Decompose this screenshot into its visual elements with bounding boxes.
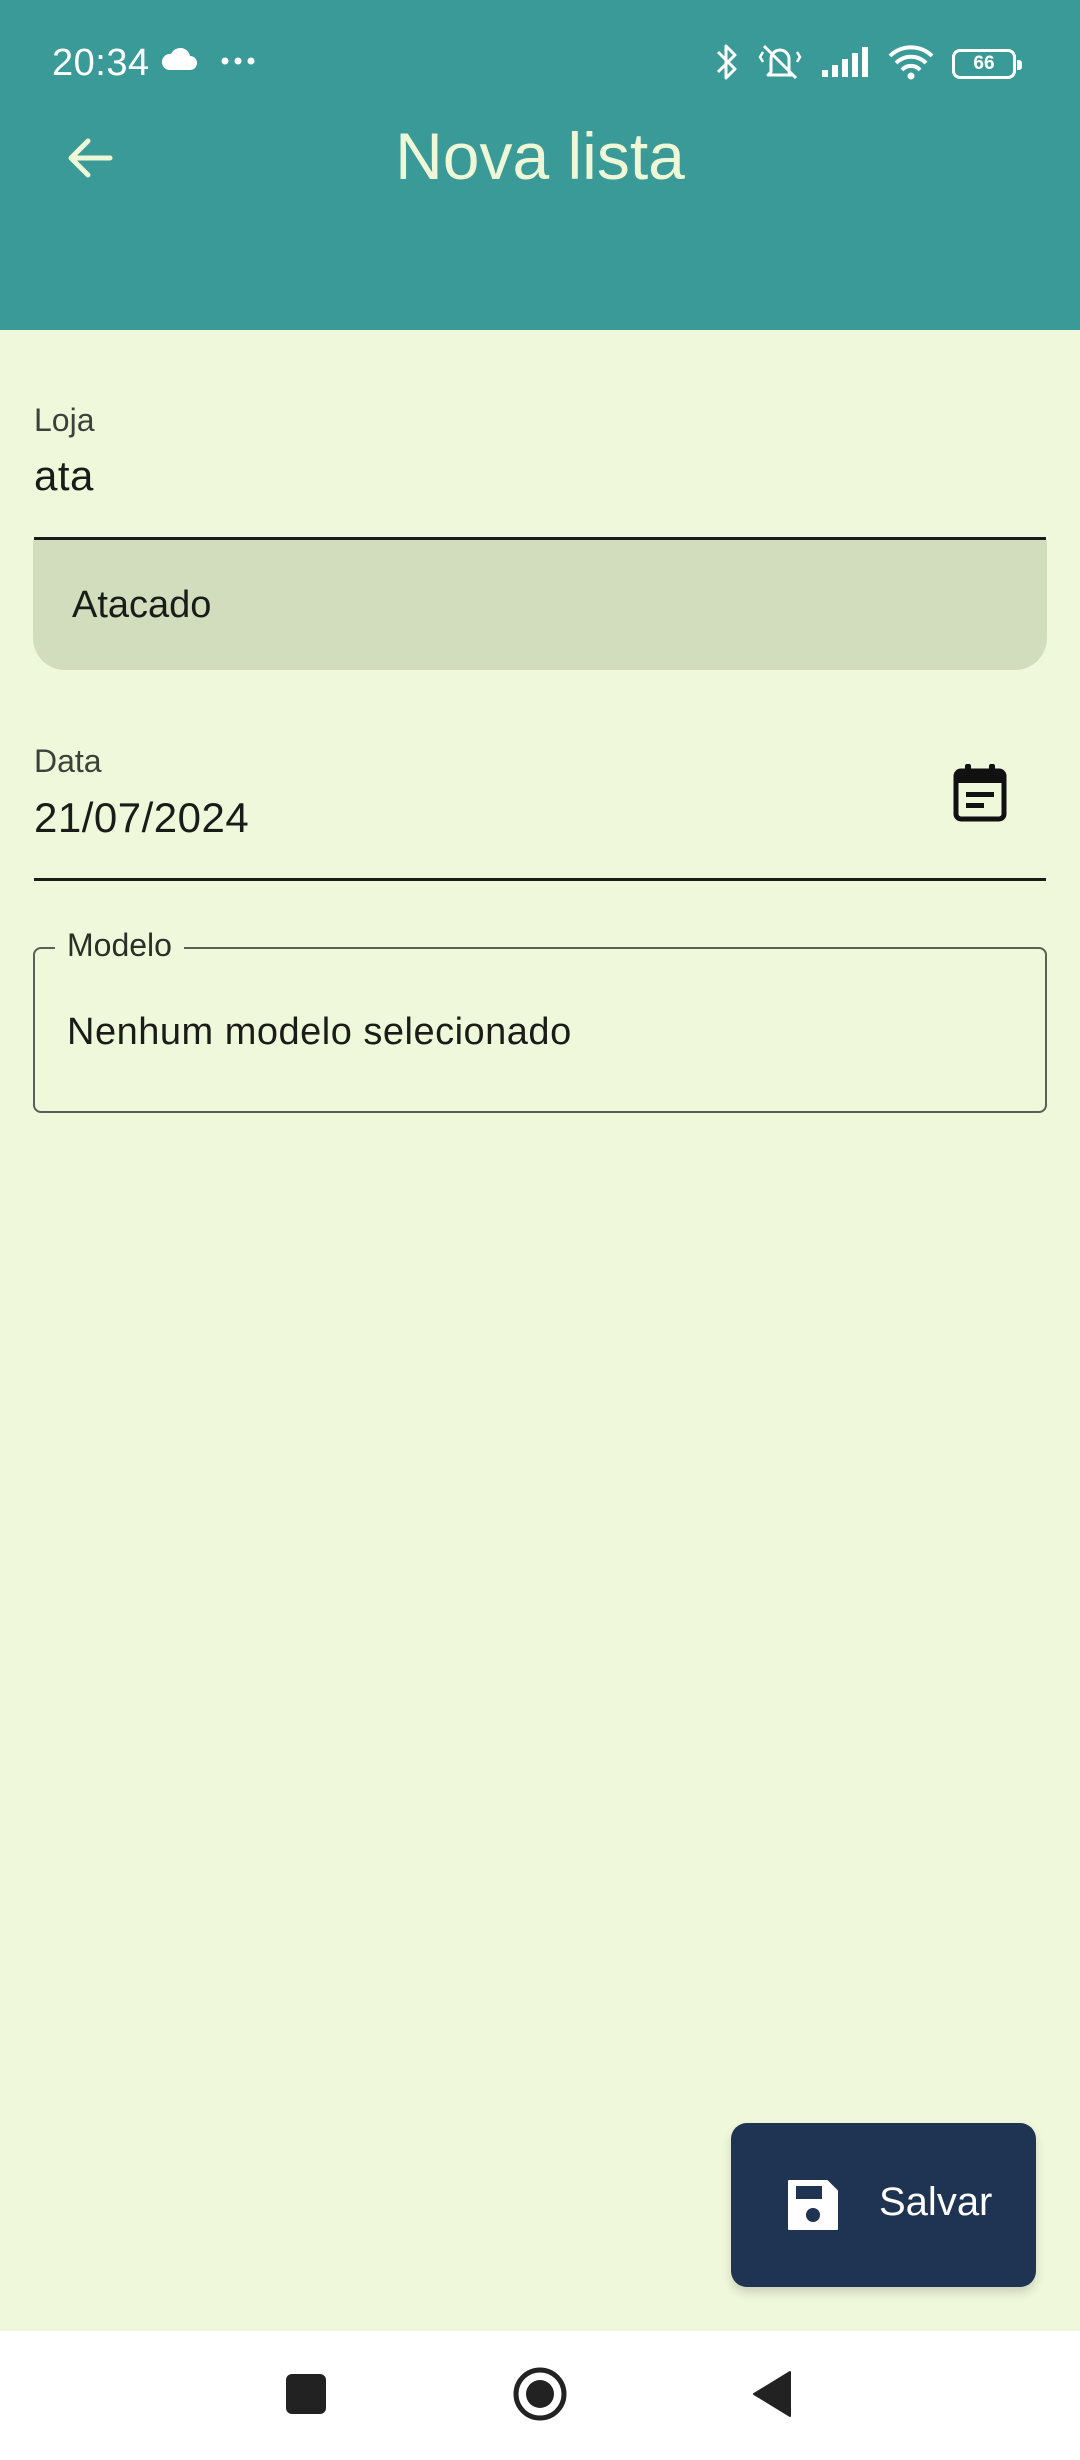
recents-icon bbox=[284, 2372, 328, 2421]
system-nav-bar bbox=[0, 2331, 1080, 2460]
model-select-field[interactable]: Modelo Nenhum modelo selecionado bbox=[33, 927, 1047, 1113]
save-button[interactable]: Salvar bbox=[731, 2123, 1036, 2287]
bluetooth-icon bbox=[714, 41, 740, 88]
save-icon bbox=[783, 2175, 843, 2235]
signal-icon bbox=[820, 46, 870, 83]
status-time: 20:34 bbox=[52, 42, 150, 84]
suggestion-label: Atacado bbox=[72, 584, 212, 626]
date-field-input[interactable]: 21/07/2024 bbox=[34, 794, 249, 842]
date-picker-button[interactable] bbox=[930, 745, 1030, 845]
app-bar: 20:34 66 Nova lista bbox=[0, 0, 1080, 330]
vibrate-off-icon bbox=[758, 42, 802, 87]
battery-icon: 66 bbox=[952, 49, 1022, 79]
more-dots-icon bbox=[220, 53, 256, 71]
store-field-input[interactable]: ata bbox=[34, 452, 94, 500]
nav-back-button[interactable] bbox=[722, 2351, 822, 2441]
store-field-label: Loja bbox=[34, 402, 95, 438]
home-button[interactable] bbox=[490, 2351, 590, 2441]
back-icon bbox=[750, 2370, 794, 2423]
model-field-label: Modelo bbox=[55, 927, 184, 964]
battery-level: 66 bbox=[973, 53, 995, 74]
status-left-icons bbox=[160, 46, 256, 77]
status-right-icons: 66 bbox=[714, 38, 1022, 90]
save-button-label: Salvar bbox=[879, 2180, 993, 2224]
page-title: Nova lista bbox=[395, 119, 685, 193]
home-icon bbox=[512, 2366, 568, 2427]
date-field-label: Data bbox=[34, 743, 102, 779]
date-field-underline bbox=[34, 878, 1046, 881]
recents-button[interactable] bbox=[256, 2351, 356, 2441]
wifi-icon bbox=[888, 44, 934, 85]
model-field-value: Nenhum modelo selecionado bbox=[67, 1011, 572, 1053]
cloud-icon bbox=[160, 46, 198, 77]
calendar-icon bbox=[952, 763, 1008, 828]
store-suggestion-item[interactable]: Atacado bbox=[33, 540, 1047, 670]
status-bar: 20:34 66 bbox=[0, 0, 1080, 130]
